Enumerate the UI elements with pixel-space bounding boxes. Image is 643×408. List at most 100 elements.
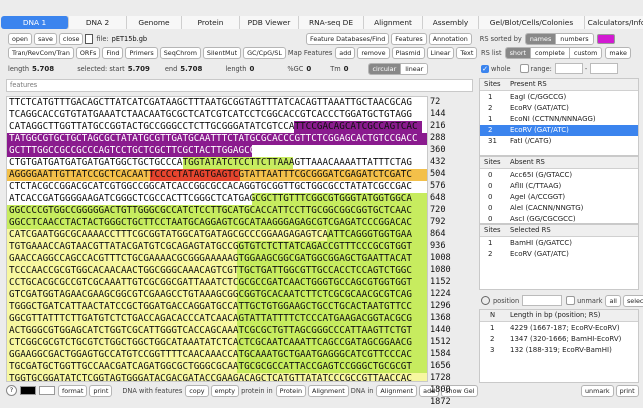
unmark-checkbox[interactable] bbox=[566, 296, 576, 305]
sequence-line[interactable]: AGGGGAATTGTTATCCGCTCACAATTCCCCTATAGTGAGT… bbox=[9, 169, 412, 181]
feature-databases-button[interactable]: Feature Databases/Find bbox=[306, 32, 390, 45]
rs-custom-option[interactable]: custom bbox=[569, 47, 602, 58]
fragment-row[interactable]: 3 132 (188-319; EcoRV-BamHI) bbox=[480, 345, 638, 356]
sequence-line[interactable]: GAACCAGGCCAGCCACGTTTCTGCGAAAACGCGGGAAAAA… bbox=[9, 253, 412, 265]
rs-short-option[interactable]: short bbox=[505, 47, 531, 58]
present-rs-row[interactable]: 31 FatI (/CATG) bbox=[480, 136, 638, 147]
tab-gel-blot[interactable]: Gel/Blot/Cells/Colonies bbox=[479, 16, 585, 29]
alignment-button[interactable]: Alignment bbox=[308, 384, 349, 397]
sequence-line[interactable]: GGCGTTATTTCTTGATGTCTCTGACCAGACACCCATCAAC… bbox=[9, 313, 412, 325]
sequence-line[interactable]: CATAGGCTTGGTTATGCCGGTACTGCCGGGCCTCTTGCGG… bbox=[9, 121, 418, 133]
sequence-line[interactable]: ACTGGGCGTGGAGCATCTGGTCGCATTGGGTCACCAGCAA… bbox=[9, 325, 412, 337]
whole-checkbox[interactable]: ✓ bbox=[481, 64, 489, 73]
gc-cpg-button[interactable]: GC/CpG/SL bbox=[243, 46, 286, 59]
text-button[interactable]: Text bbox=[456, 46, 478, 59]
absent-rs-row[interactable]: 0 AleI (CACNN/NNGTG) bbox=[480, 203, 638, 214]
color-swatch-white[interactable] bbox=[39, 386, 55, 395]
unmark-bottom-button[interactable]: unmark bbox=[581, 384, 614, 397]
position-field[interactable] bbox=[522, 295, 563, 306]
copy-button[interactable]: copy bbox=[185, 384, 209, 397]
rs-complete-option[interactable]: complete bbox=[531, 47, 570, 58]
sequence-view[interactable]: TTCTCATGTTTGACAGCTTATCATCGATAAGCTTTAATGC… bbox=[6, 96, 428, 382]
sequence-line[interactable]: TGGTGCGGATATCTCGGTAGTGGGATACGACGATACCGAA… bbox=[9, 373, 412, 381]
tab-genome[interactable]: Genome bbox=[127, 16, 182, 29]
sequence-line[interactable]: GGCCCCGTGGCCGGGGGACTGTTGGGCGCCATCTCCTTGC… bbox=[9, 205, 412, 217]
tab-alignment[interactable]: Alignment bbox=[364, 16, 423, 29]
orfs-button[interactable]: ORFs bbox=[75, 46, 101, 59]
print-bottom-button[interactable]: print bbox=[615, 384, 639, 397]
linear-option[interactable]: linear bbox=[401, 63, 428, 74]
save-button[interactable]: save bbox=[33, 32, 57, 45]
all-button[interactable]: all bbox=[605, 294, 621, 307]
add-feature-button[interactable]: add bbox=[335, 46, 356, 59]
absent-rs-row[interactable]: 0 Acc65I (G/GTACC) bbox=[480, 170, 638, 181]
silentmut-button[interactable]: SilentMut bbox=[202, 46, 242, 59]
circular-option[interactable]: circular bbox=[368, 63, 402, 74]
fragment-row[interactable]: 2 1347 (320-1666; BamHI-EcoRV) bbox=[480, 334, 638, 345]
help-icon[interactable]: ? bbox=[6, 385, 17, 396]
color-picker[interactable] bbox=[20, 386, 36, 395]
features-field[interactable]: features bbox=[6, 79, 473, 92]
sequence-line[interactable]: CCTGCACGCGCCGTCGCAAATTGTCGCGGCGATTAAATCT… bbox=[9, 277, 412, 289]
absent-rs-row[interactable]: 0 AflII (C/TTAAG) bbox=[480, 181, 638, 192]
present-rs-row[interactable]: 1 EcoNI (CCTNN/NNNAGG) bbox=[480, 114, 638, 125]
tab-protein[interactable]: Protein bbox=[182, 16, 240, 29]
features-button[interactable]: Features bbox=[391, 32, 427, 45]
empty-button[interactable]: empty bbox=[210, 384, 240, 397]
close-button[interactable]: close bbox=[58, 32, 84, 45]
absent-rs-row[interactable]: 0 AgeI (A/CCGGT) bbox=[480, 192, 638, 203]
sequence-line[interactable]: TCAGGCACCGTGTATGAAATCTAACAATGCGCTCATCGTC… bbox=[9, 109, 412, 121]
present-rs-row[interactable]: 2 EcoRV (GAT/ATC) bbox=[480, 125, 638, 136]
sequence-line[interactable]: GCTTTGGCCGCCGCCCAGTCCTGCTCGCTTCGCTACTTGG… bbox=[9, 145, 418, 157]
tran-revcom-button[interactable]: Tran/RevCom/Tran bbox=[8, 46, 74, 59]
sequence-line[interactable]: CATCGAATGGCGCAAAACCTTTCGCGGTATGGCATGATAG… bbox=[9, 229, 412, 241]
annotation-button[interactable]: Annotation bbox=[428, 32, 472, 45]
range-from-field[interactable] bbox=[554, 63, 583, 74]
sequence-line[interactable]: TCCCAACCGCGTGGCACAACAACTGGCGGGCAAACAGTCG… bbox=[9, 265, 412, 277]
color-swatch[interactable] bbox=[596, 33, 615, 44]
sequence-line[interactable]: GGAAGGCGACTGGAGTGCCATGTCCGGTTTTCAACAAACC… bbox=[9, 349, 412, 361]
sequence-line[interactable]: TATGGCGTGCTGCTAGCGCTATATGCGTTGATGCAATTTC… bbox=[9, 133, 418, 145]
fragment-row[interactable]: 1 4229 (1667-187; EcoRV-EcoRV) bbox=[480, 323, 638, 334]
present-rs-row[interactable]: 2 EcoRV (GAT/ATC) bbox=[480, 103, 638, 114]
file-name: pET15b.gb bbox=[111, 34, 148, 43]
plasmid-button[interactable]: Plasmid bbox=[391, 46, 425, 59]
sequence-line[interactable]: GGCCTCAACCTACTACTGGGCTGCTTCCTAATGCAGGAGT… bbox=[9, 217, 412, 229]
selected-rs-row[interactable]: 1 BamHI (G/GATCC) bbox=[480, 238, 638, 249]
dna-alignment-button[interactable]: Alignment bbox=[376, 384, 418, 397]
find-button[interactable]: Find bbox=[102, 46, 124, 59]
sort-numbers-option[interactable]: numbers bbox=[556, 33, 593, 44]
present-rs-row[interactable]: 1 EagI (C/GGCCG) bbox=[480, 92, 638, 103]
sort-names-option[interactable]: names bbox=[525, 33, 557, 44]
sequence-line[interactable]: GTCGATGGTAGAACGAAGCGGCGTCGAAGCCTGTAAAGCG… bbox=[9, 289, 412, 301]
tab-calculators[interactable]: Calculators/Info bbox=[585, 16, 643, 29]
sequence-line[interactable]: TTCTCATGTTTGACAGCTTATCATCGATAAGCTTTAATGC… bbox=[9, 97, 412, 109]
sequence-line[interactable]: TGTGAAACCAGTAACGTTATACGATGTCGCAGAGTATGCC… bbox=[9, 241, 412, 253]
tab-dna-2[interactable]: DNA 2 bbox=[69, 16, 127, 29]
linear-button[interactable]: Linear bbox=[426, 46, 455, 59]
make-button[interactable]: make bbox=[605, 46, 631, 59]
sequence-line[interactable]: ATCACCGATGGGGAAGATCGGGCTCGCCACTTCGGGCTCA… bbox=[9, 193, 412, 205]
range-checkbox[interactable] bbox=[519, 64, 529, 73]
remove-feature-button[interactable]: remove bbox=[357, 46, 390, 59]
sequence-line[interactable]: TGCGATGCTGGTTGCCAACGATCAGATGGCGCTGGGCGCA… bbox=[9, 361, 412, 373]
primers-button[interactable]: Primers bbox=[125, 46, 158, 59]
tab-assembly[interactable]: Assembly bbox=[423, 16, 479, 29]
absent-rs-name: AflII (C/TTAAG) bbox=[510, 182, 562, 190]
sequence-line[interactable]: TGGGCTGATCATTAACTATCCGCTGGATGACCAGGATGCC… bbox=[9, 301, 412, 313]
sequence-line[interactable]: CTCTACGCCGGACGCATCGTGGCCGGCATCACCGGCGCCA… bbox=[9, 181, 412, 193]
tab-dna-1[interactable]: DNA 1 bbox=[1, 16, 69, 29]
protein-button[interactable]: Protein bbox=[275, 384, 307, 397]
sequence-line[interactable]: CTGTGATGATGATGATGATGGCTGCTGCCCATGGTATATC… bbox=[9, 157, 412, 169]
format-button[interactable]: format bbox=[58, 384, 88, 397]
seqchrom-button[interactable]: SeqChrom bbox=[159, 46, 201, 59]
tab-pdb-viewer[interactable]: PDB Viewer bbox=[240, 16, 299, 29]
open-button[interactable]: open bbox=[8, 32, 32, 45]
print-button[interactable]: print bbox=[89, 384, 113, 397]
tab-rna-seq-de[interactable]: RNA-seq DE bbox=[299, 16, 364, 29]
range-to-field[interactable] bbox=[590, 63, 619, 74]
selected-rs-row[interactable]: 2 EcoRV (GAT/ATC) bbox=[480, 249, 638, 260]
selected-button[interactable]: selected bbox=[622, 294, 643, 307]
absent-rs-header: Sites Absent RS bbox=[480, 157, 638, 169]
sequence-line[interactable]: CTCGGCGCGTCTGCGTCTGGCTGGCTGGCATAAATATCTC… bbox=[9, 337, 412, 349]
